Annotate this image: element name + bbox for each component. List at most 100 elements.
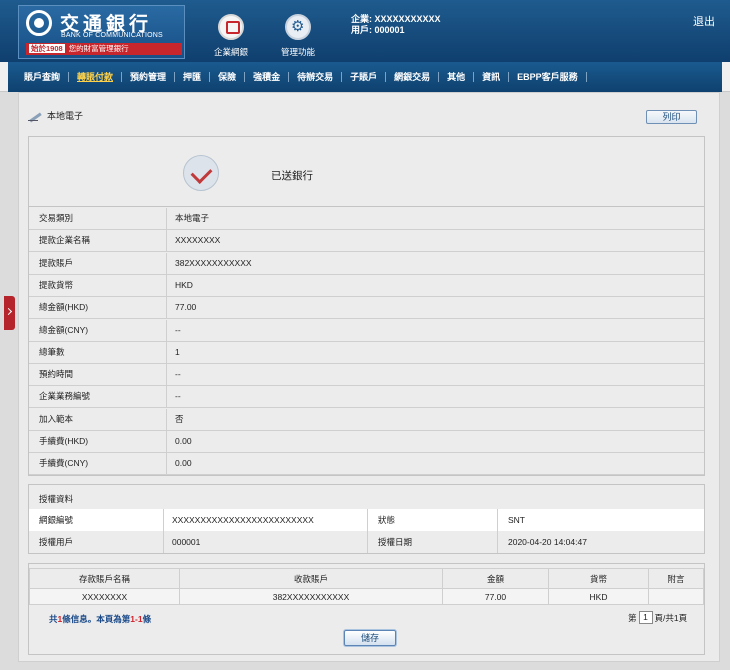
detail-value: 77.00 [175, 302, 197, 313]
detail-label: 總筆數 [29, 341, 167, 363]
nav-item-6[interactable]: 待辦交易 [289, 72, 343, 82]
detail-value: -- [175, 391, 181, 402]
authorization-title: 授權資料 [39, 494, 74, 504]
nav-item-11[interactable]: EBPP客戶服務 [509, 72, 587, 82]
summary-suffix: 條 [142, 614, 152, 624]
detail-label: 提款貨幣 [29, 274, 167, 296]
detail-value: 1 [175, 346, 180, 357]
detail-label: 總金額(CNY) [29, 319, 167, 341]
detail-label: 預約時間 [29, 364, 167, 386]
payee-table-box: 存款賬戶名稱 收款賬戶 金額 貨幣 附言 XXXXXXXX 382XXXXXXX… [28, 563, 705, 655]
main-nav-bar: 賬戶查詢 轉賬付款 預約管理 押匯 保險 強積金 待辦交易 子賬戶 網銀交易 其他 資訊 EBPP客戶… [8, 62, 722, 92]
detail-label: 提款賬戶 [29, 252, 167, 274]
sidebar-expand-toggle[interactable] [4, 296, 15, 330]
status-area: 已送銀行 [29, 137, 704, 207]
detail-row: 總金額(CNY) -- [29, 319, 704, 342]
auth-row-reference: 網銀編號 XXXXXXXXXXXXXXXXXXXXXXXXX 狀態 SNT [29, 509, 704, 531]
print-button[interactable]: 列印 [646, 110, 697, 124]
col-header-payee-account: 收款賬戶 [179, 568, 443, 589]
logo-slogan-bar: 始於1908 您的財富管理銀行 [26, 43, 182, 55]
logo-english-name: BANK OF COMMUNICATIONS [61, 32, 163, 39]
enterprise-banking-label[interactable]: 企業網銀 [201, 46, 261, 58]
payee-table: 存款賬戶名稱 收款賬戶 金額 貨幣 附言 XXXXXXXX 382XXXXXXX… [29, 568, 704, 605]
nav-item-10[interactable]: 資訊 [474, 72, 510, 82]
main-nav: 賬戶查詢 轉賬付款 預約管理 押匯 保險 強積金 待辦交易 子賬戶 網銀交易 其他 資訊 EBPP客戶… [0, 62, 730, 92]
pencil-icon [28, 110, 42, 122]
detail-row: 企業業務編號 -- [29, 386, 704, 409]
detail-label: 提款企業名稱 [29, 230, 167, 252]
auth-ref-value: XXXXXXXXXXXXXXXXXXXXXXXXX [163, 509, 367, 531]
logo-slogan: 您的財富管理銀行 [68, 44, 129, 53]
detail-row: 加入範本否 [29, 408, 704, 431]
detail-label: 總金額(HKD) [29, 297, 167, 319]
manage-functions-label[interactable]: 管理功能 [268, 46, 328, 58]
user-id: 用戶: 000001 [351, 25, 405, 35]
detail-value: -- [175, 369, 181, 380]
nav-item-5[interactable]: 強積金 [245, 72, 290, 82]
pager-prefix: 第 [628, 612, 637, 623]
detail-label: 企業業務編號 [29, 386, 167, 408]
cell-payee-account: 382XXXXXXXXXXX [179, 588, 443, 605]
summary-mid: 條信息。本頁為第 [62, 614, 131, 624]
detail-value: HKD [175, 279, 193, 290]
col-header-remark: 附言 [648, 568, 704, 589]
detail-row: 手續費(CNY) 0.00 [29, 453, 704, 476]
enterprise-banking-icon[interactable] [218, 14, 244, 40]
auth-date-value: 2020-04-20 14:04:47 [497, 531, 587, 553]
check-icon [183, 155, 219, 191]
bank-logo: 交通銀行 BANK OF COMMUNICATIONS 始於1908 您的財富管理… [18, 5, 185, 59]
pager-total: 頁/共1頁 [654, 612, 688, 623]
nav-item-9[interactable]: 其他 [439, 72, 475, 82]
auth-status-label: 狀態 [367, 509, 497, 531]
auth-user-label: 授權用戶 [39, 537, 74, 547]
auth-status-value: SNT [497, 509, 525, 531]
user-info: 企業: XXXXXXXXXXX 用戶: 000001 [351, 14, 441, 36]
detail-value: 382XXXXXXXXXXX [175, 257, 252, 268]
summary-range: 1-1 [130, 614, 143, 624]
authorization-box: 授權資料 網銀編號 XXXXXXXXXXXXXXXXXXXXXXXXX 狀態 S… [28, 484, 705, 554]
nav-item-3[interactable]: 押匯 [175, 72, 211, 82]
save-button[interactable]: 儲存 [344, 630, 396, 646]
nav-item-4[interactable]: 保險 [210, 72, 246, 82]
detail-row: 交易類別 本地電子 [29, 208, 704, 230]
col-header-currency: 貨幣 [548, 568, 649, 589]
detail-row: 手續費(HKD) 0.00 [29, 431, 704, 453]
page-number-input[interactable]: 1 [638, 611, 653, 624]
nav-item-7[interactable]: 子賬戶 [342, 72, 387, 82]
detail-value: 0.00 [175, 458, 192, 469]
detail-row: 提款企業名稱 XXXXXXXX [29, 230, 704, 253]
detail-value: 0.00 [175, 436, 192, 446]
logout-link[interactable]: 退出 [693, 13, 715, 29]
detail-value: XXXXXXXX [175, 235, 221, 246]
logo-since: 始於1908 [29, 44, 65, 53]
nav-item-0[interactable]: 賬戶查詢 [16, 72, 70, 82]
detail-row: 提款賬戶 382XXXXXXXXXXX [29, 252, 704, 275]
auth-ref-label: 網銀編號 [39, 515, 74, 525]
auth-user-value: 000001 [163, 531, 367, 553]
nav-item-2[interactable]: 預約管理 [122, 72, 176, 82]
gear-icon[interactable] [285, 14, 311, 40]
detail-label: 手續費(CNY) [29, 453, 167, 475]
nav-item-8[interactable]: 網銀交易 [386, 72, 440, 82]
nav-item-1[interactable]: 轉賬付款 [69, 72, 123, 82]
main-panel: 本地電子 列印 已送銀行 交易類別 本地電子 提款企業名稱 XXXXXXXX 提款賬戶 3… [18, 92, 720, 662]
col-header-account-name: 存款賬戶名稱 [29, 568, 180, 589]
status-text: 已送銀行 [271, 170, 313, 182]
table-row: XXXXXXXX 382XXXXXXXXXXX 77.00 HKD [29, 588, 704, 605]
detail-label: 手續費(HKD) [29, 431, 167, 452]
cell-remark [648, 588, 704, 605]
cell-account-name: XXXXXXXX [29, 588, 180, 605]
page-header: 本地電子 [28, 109, 83, 122]
col-header-amount: 金額 [442, 568, 549, 589]
detail-label: 交易類別 [29, 208, 167, 229]
detail-value: 否 [175, 413, 184, 424]
detail-label: 加入範本 [29, 408, 167, 430]
auth-date-label: 授權日期 [367, 531, 497, 553]
page-title: 本地電子 [47, 111, 84, 121]
detail-row: 預約時間 -- [29, 364, 704, 387]
top-header: 交通銀行 BANK OF COMMUNICATIONS 始於1908 您的財富管理… [0, 0, 730, 62]
summary-prefix: 共 [49, 614, 58, 624]
detail-row: 總金額(HKD) 77.00 [29, 297, 704, 320]
bank-logo-icon [26, 10, 52, 36]
detail-value: 本地電子 [175, 213, 210, 223]
